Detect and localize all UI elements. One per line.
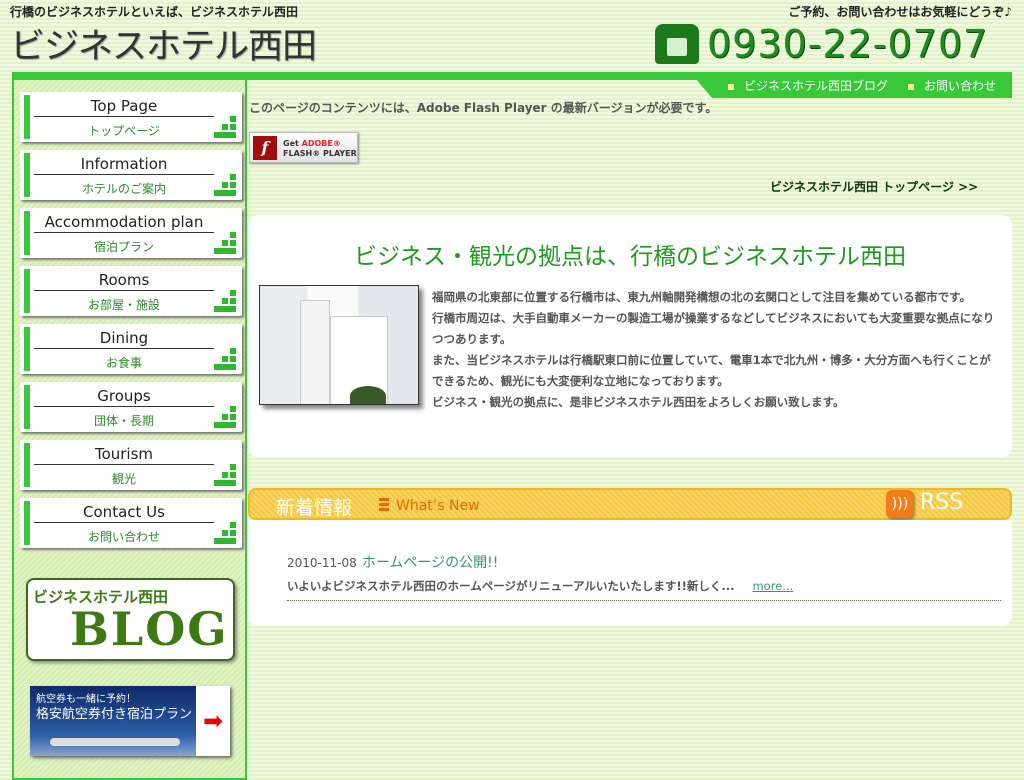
telephone-icon [655, 24, 699, 64]
sidebar-item-top-page[interactable]: Top Page トップページ [20, 92, 242, 142]
accent-bar [24, 443, 30, 487]
airplane-icon [50, 738, 180, 746]
top-page-link[interactable]: ビジネスホテル西田 トップページ >> [770, 178, 978, 195]
intro-line: 行橋市周辺は、大手自動車メーカーの製造工場が操業するなどしてビジネスにおいても大… [432, 311, 995, 346]
news-title-link[interactable]: ホームページの公開!! [362, 555, 499, 571]
sidebar-item-rooms[interactable]: Rooms お部屋・施設 [20, 266, 242, 316]
intro-card: ビジネス・観光の拠点は、行橋のビジネスホテル西田 福岡県の北東部に位置する行橋市… [248, 215, 1012, 457]
steps-icon [214, 174, 236, 196]
reservation-note: ご予約、お問い合わせはお気軽にどうぞ♪ [788, 5, 1012, 19]
accent-bar [24, 269, 30, 313]
intro-line: また、当ビジネスホテルは行橋駅東口前に位置していて、電車1本で北九州・博多・大分… [432, 353, 991, 388]
news-list: 2010-11-08 ホームページの公開!! いよいよビジネスホテル西田のホーム… [248, 520, 1012, 626]
intro-line: ビジネス・観光の拠点に、是非ビジネスホテル西田をよろしくお願い致します。 [432, 395, 845, 409]
nav-label-en: Accommodation plan [34, 213, 214, 233]
intro-title: ビジネス・観光の拠点は、行橋のビジネスホテル西田 [354, 244, 906, 270]
nav-label-jp: トップページ [88, 124, 160, 138]
sidebar-item-information[interactable]: Information ホテルのご案内 [20, 150, 242, 200]
nav-label-en: Tourism [34, 445, 214, 465]
sidebar-item-accommodation[interactable]: Accommodation plan 宿泊プラン [20, 208, 242, 258]
news-heading-en: What’s New [396, 498, 480, 514]
steps-icon [214, 232, 236, 254]
rss-link[interactable]: RSS [920, 490, 963, 515]
top-nav: ビジネスホテル西田ブログ お問い合わせ [690, 72, 1012, 98]
sidebar-item-groups[interactable]: Groups 団体・長期 [20, 382, 242, 432]
more-link[interactable]: more... [752, 579, 793, 593]
steps-icon [214, 348, 236, 370]
nav-label-jp: お問い合わせ [87, 530, 160, 544]
air-ticket-plan-banner[interactable]: 航空券も一緒に予約！ 格安航空券付き宿泊プラン ➡ [30, 686, 230, 756]
flash-icon: f [253, 136, 277, 160]
intro-text: 福岡県の北東部に位置する行橋市は、東九州軸開発構想の北の玄関口として注目を集めて… [432, 287, 997, 413]
site-logo[interactable]: ビジネスホテル西田 [10, 18, 317, 69]
adobe-text: ADOBE® [301, 139, 341, 148]
accent-bar [24, 327, 30, 371]
blog-banner[interactable]: ビジネスホテル西田 BLOG [26, 578, 235, 661]
news-item: 2010-11-08 ホームページの公開!! いよいよビジネスホテル西田のホーム… [287, 552, 1001, 601]
nav-label-jp: 団体・長期 [93, 414, 154, 428]
nav-label-en: Information [34, 155, 214, 175]
squares-icon [379, 498, 389, 512]
sidebar: Top Page トップページ Information ホテルのご案内 Accomm… [12, 80, 247, 780]
news-excerpt: いよいよビジネスホテル西田のホームページがリニューアルいたいたします!!新しく.… [287, 579, 735, 593]
news-date: 2010-11-08 [287, 556, 357, 570]
hotel-photo [259, 285, 419, 405]
news-header: 新着情報 What’s New ))) RSS [248, 488, 1012, 520]
steps-icon [214, 116, 236, 138]
accent-bar [24, 385, 30, 429]
blog-banner-logo: BLOG [70, 602, 229, 656]
nav-label-en: Rooms [34, 271, 214, 291]
accent-bar [24, 95, 30, 139]
rss-icon[interactable]: ))) [886, 490, 914, 518]
nav-label-en: Top Page [34, 97, 214, 117]
nav-label-jp: お部屋・施設 [87, 298, 160, 312]
steps-icon [214, 522, 236, 544]
sidebar-item-tourism[interactable]: Tourism 観光 [20, 440, 242, 490]
flash-btn-line2: FLASH® PLAYER [283, 149, 357, 158]
flash-btn-line1: Get ADOBE® [283, 139, 341, 148]
sidebar-item-contact[interactable]: Contact Us お問い合わせ [20, 498, 242, 548]
air-banner-title: 格安航空券付き宿泊プラン [36, 707, 193, 722]
nav-label-en: Contact Us [34, 503, 214, 523]
steps-icon [214, 290, 236, 312]
intro-line: 福岡県の北東部に位置する行橋市は、東九州軸開発構想の北の玄関口として注目を集めて… [432, 290, 971, 304]
nav-label-jp: 宿泊プラン [93, 240, 154, 254]
arrow-right-icon: ➡ [196, 686, 230, 756]
nav-label-jp: 観光 [111, 472, 136, 486]
phone-number: 0930-22-0707 [655, 22, 988, 66]
accent-bar [24, 153, 30, 197]
topnav-blog-link[interactable]: ビジネスホテル西田ブログ [728, 77, 888, 94]
nav-label-en: Dining [34, 329, 214, 349]
nav-label-jp: ホテルのご案内 [81, 182, 166, 196]
get-text: Get [283, 139, 299, 148]
nav-label-en: Groups [34, 387, 214, 407]
accent-bar [24, 211, 30, 255]
news-heading: 新着情報 [276, 497, 353, 519]
flash-required-message: このページのコンテンツには、Adobe Flash Player の最新バージョ… [249, 101, 718, 115]
topnav-contact-link[interactable]: お問い合わせ [908, 77, 996, 94]
steps-icon [214, 406, 236, 428]
phone-number-text: 0930-22-0707 [707, 22, 989, 66]
get-flash-player-button[interactable]: f Get ADOBE® FLASH® PLAYER [249, 132, 358, 163]
nav-label-jp: お食事 [105, 356, 142, 370]
sidebar-item-dining[interactable]: Dining お食事 [20, 324, 242, 374]
steps-icon [214, 464, 236, 486]
accent-bar [24, 501, 30, 545]
